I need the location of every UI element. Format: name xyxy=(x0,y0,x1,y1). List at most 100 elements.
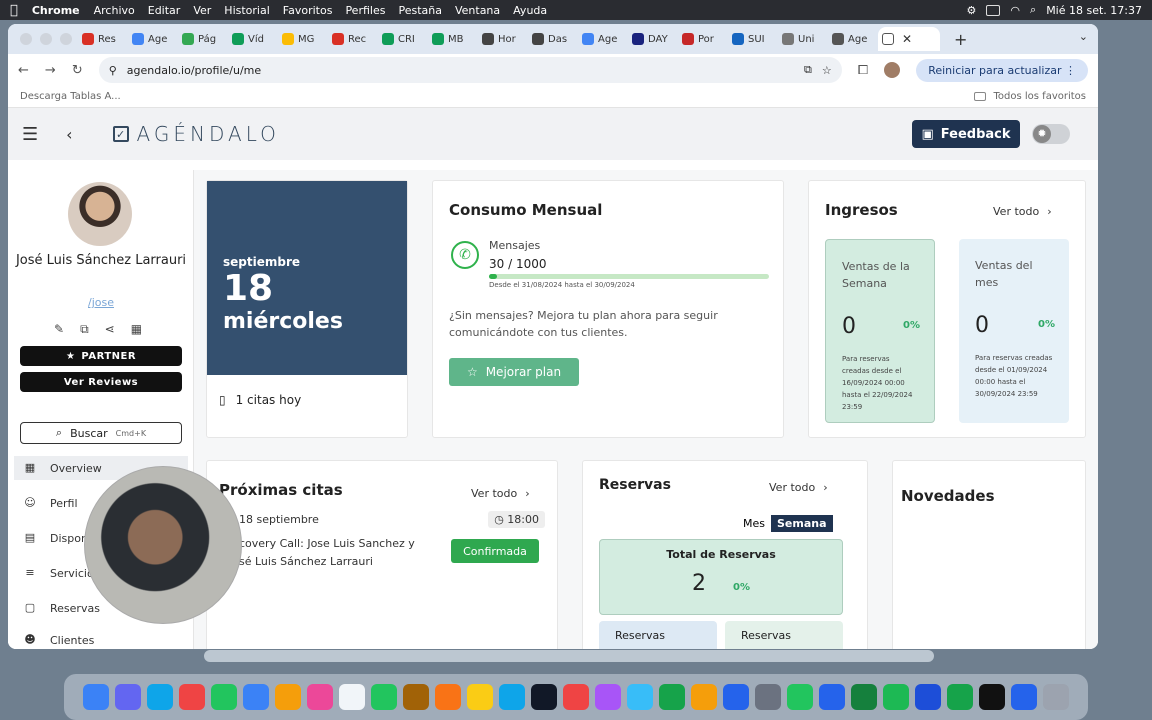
dock-app-icon[interactable] xyxy=(1043,684,1069,710)
ingresos-ver-todo-link[interactable]: Ver todo › xyxy=(993,205,1052,218)
tab-3[interactable]: Víd xyxy=(228,27,276,51)
apple-icon[interactable]:  xyxy=(10,3,18,18)
dock-app-icon[interactable] xyxy=(755,684,781,710)
proximas-ver-todo-link[interactable]: Ver todo › xyxy=(471,487,530,500)
tab-13[interactable]: SUI xyxy=(728,27,776,51)
dock-app-icon[interactable] xyxy=(787,684,813,710)
feedback-button[interactable]: ▣ Feedback xyxy=(912,120,1020,148)
dock-app-icon[interactable] xyxy=(915,684,941,710)
tab-active[interactable]: ✕ xyxy=(878,27,940,51)
bookmark-descarga[interactable]: Descarga Tablas A... xyxy=(20,91,121,102)
dock-app-icon[interactable] xyxy=(595,684,621,710)
dock-app-icon[interactable] xyxy=(979,684,1005,710)
tab-2[interactable]: Pág xyxy=(178,27,226,51)
close-tab-icon[interactable]: ✕ xyxy=(902,32,912,46)
share-icon[interactable]: ⋖ xyxy=(105,322,115,337)
extensions-icon[interactable]: ⧠ xyxy=(858,63,868,78)
url-text[interactable]: agendalo.io/profile/u/me xyxy=(127,64,794,77)
site-info-icon[interactable]: ⚲ xyxy=(109,64,117,77)
reload-icon[interactable]: ↻ xyxy=(72,63,83,78)
dock-app-icon[interactable] xyxy=(947,684,973,710)
close-window-button[interactable] xyxy=(20,33,32,45)
agendalo-logo[interactable]: ✓ AGÉNDALO xyxy=(112,122,280,146)
restart-to-update-button[interactable]: Reiniciar para actualizar ⋮ xyxy=(916,58,1088,82)
tab-4[interactable]: MG xyxy=(278,27,326,51)
menu-ayuda[interactable]: Ayuda xyxy=(513,4,547,17)
segment-mes[interactable]: Mes xyxy=(737,515,771,532)
dock-app-icon[interactable] xyxy=(403,684,429,710)
all-bookmarks[interactable]: Todos los favoritos xyxy=(973,91,1086,102)
dock-app-icon[interactable] xyxy=(435,684,461,710)
dock-app-icon[interactable] xyxy=(307,684,333,710)
menu-favoritos[interactable]: Favoritos xyxy=(283,4,333,17)
forward-arrow-icon[interactable]: → xyxy=(45,63,56,78)
dock-app-icon[interactable] xyxy=(499,684,525,710)
minimize-window-button[interactable] xyxy=(40,33,52,45)
new-tab-button[interactable]: + xyxy=(954,30,967,49)
dock-app-icon[interactable] xyxy=(179,684,205,710)
horizontal-scrollbar[interactable] xyxy=(204,650,934,662)
segment-semana[interactable]: Semana xyxy=(771,515,833,532)
profile-avatar[interactable] xyxy=(884,62,901,78)
tab-11[interactable]: DAY xyxy=(628,27,676,51)
search-button[interactable]: ⌕ Buscar Cmd+K xyxy=(20,422,182,444)
cita-status-badge[interactable]: Confirmada xyxy=(451,539,539,563)
dock-app-icon[interactable] xyxy=(211,684,237,710)
bookmark-star-icon[interactable]: ☆ xyxy=(822,64,832,77)
menu-pestana[interactable]: Pestaña xyxy=(398,4,442,17)
battery-icon[interactable] xyxy=(986,4,1001,16)
dock-app-icon[interactable] xyxy=(371,684,397,710)
dock-app-icon[interactable] xyxy=(819,684,845,710)
hamburger-menu-icon[interactable]: ☰ xyxy=(22,124,38,145)
tab-search-chevron-icon[interactable]: ⌄ xyxy=(1079,30,1088,43)
dock-app-icon[interactable] xyxy=(275,684,301,710)
dock-app-icon[interactable] xyxy=(467,684,493,710)
dock-app-icon[interactable] xyxy=(147,684,173,710)
dock-app-icon[interactable] xyxy=(691,684,717,710)
tab-15[interactable]: Age xyxy=(828,27,876,51)
dock-app-icon[interactable] xyxy=(1011,684,1037,710)
dock-app-icon[interactable] xyxy=(851,684,877,710)
sidebar-item-clientes[interactable]: ☻ Clientes xyxy=(14,631,188,649)
qr-code-icon[interactable]: ▦ xyxy=(131,322,142,337)
reservas-ver-todo-link[interactable]: Ver todo › xyxy=(769,481,828,494)
menubar-app-name[interactable]: Chrome xyxy=(32,4,80,17)
dock-app-icon[interactable] xyxy=(627,684,653,710)
back-arrow-icon[interactable]: ← xyxy=(18,63,29,78)
dock-app-icon[interactable] xyxy=(659,684,685,710)
menu-ventana[interactable]: Ventana xyxy=(455,4,500,17)
theme-toggle[interactable]: ✹ xyxy=(1032,124,1070,144)
gear-icon[interactable]: ⚙ xyxy=(967,4,977,17)
tab-0[interactable]: Res xyxy=(78,27,126,51)
dock-app-icon[interactable] xyxy=(531,684,557,710)
dock-app-icon[interactable] xyxy=(83,684,109,710)
menubar-clock[interactable]: Mié 18 set. 17:37 xyxy=(1046,4,1142,17)
dock-app-icon[interactable] xyxy=(883,684,909,710)
dock-app-icon[interactable] xyxy=(563,684,589,710)
profile-handle-link[interactable]: /jose xyxy=(8,296,194,309)
tab-7[interactable]: MB xyxy=(428,27,476,51)
install-app-icon[interactable]: ⧉ xyxy=(804,63,812,77)
edit-pencil-icon[interactable]: ✎ xyxy=(54,322,64,337)
dock-app-icon[interactable] xyxy=(339,684,365,710)
wifi-icon[interactable]: ◠ xyxy=(1010,4,1020,17)
dock-app-icon[interactable] xyxy=(115,684,141,710)
tab-12[interactable]: Por xyxy=(678,27,726,51)
partner-button[interactable]: ★ PARTNER xyxy=(20,346,182,366)
tab-10[interactable]: Age xyxy=(578,27,626,51)
chevron-left-icon[interactable]: ‹ xyxy=(66,125,72,144)
cita-description[interactable]: covery Call: Jose Luis Sanchez y sé Luis… xyxy=(239,535,429,571)
mejorar-plan-button[interactable]: ☆ Mejorar plan xyxy=(449,358,579,386)
dock-app-icon[interactable] xyxy=(723,684,749,710)
tab-8[interactable]: Hor xyxy=(478,27,526,51)
menu-ver[interactable]: Ver xyxy=(193,4,211,17)
copy-icon[interactable]: ⧉ xyxy=(80,322,89,337)
menu-historial[interactable]: Historial xyxy=(224,4,269,17)
tab-14[interactable]: Uni xyxy=(778,27,826,51)
menu-archivo[interactable]: Archivo xyxy=(94,4,135,17)
address-bar[interactable]: ⚲ agendalo.io/profile/u/me ⧉ ☆ xyxy=(98,57,842,83)
zoom-window-button[interactable] xyxy=(60,33,72,45)
tab-6[interactable]: CRI xyxy=(378,27,426,51)
tab-5[interactable]: Rec xyxy=(328,27,376,51)
menu-perfiles[interactable]: Perfiles xyxy=(345,4,385,17)
